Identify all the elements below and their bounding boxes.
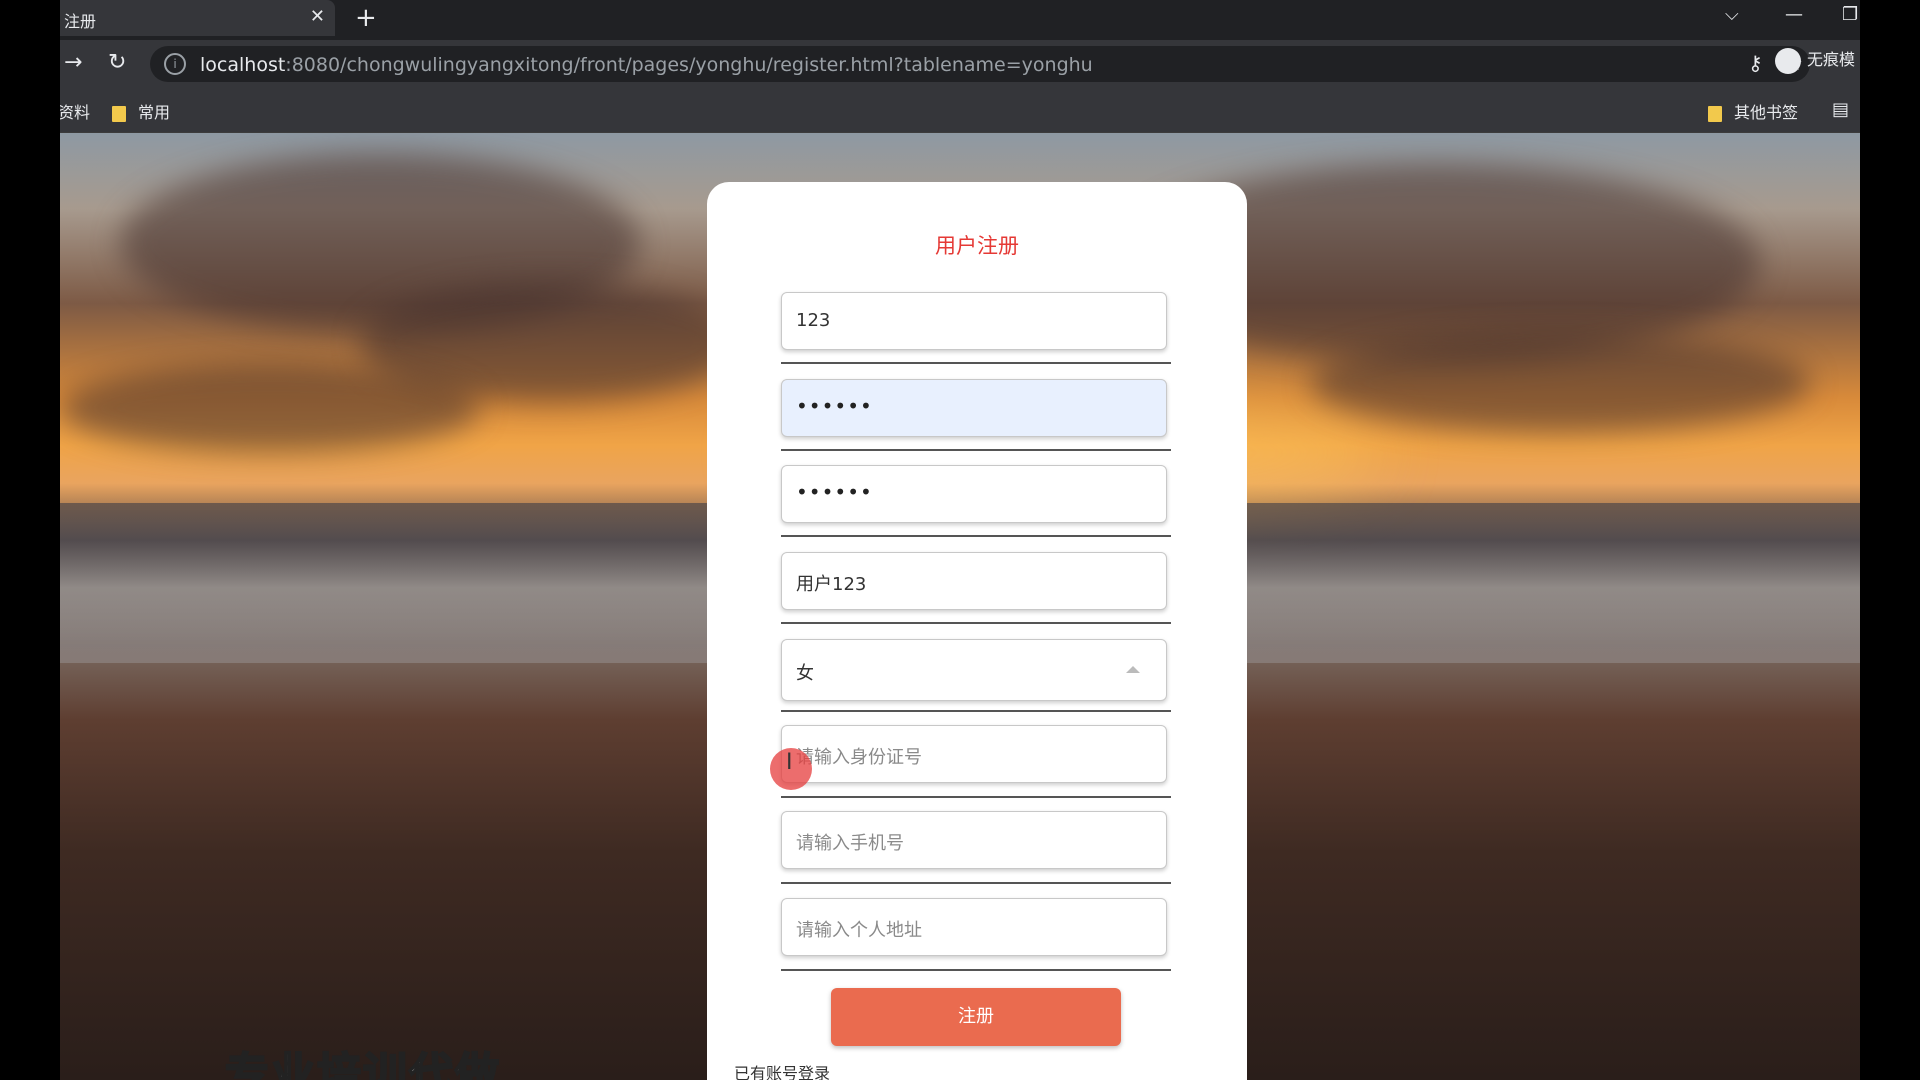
confirm-password-value: ••••••: [796, 480, 873, 504]
password-value: ••••••: [796, 394, 873, 418]
bookmark-folder-others[interactable]: 其他书签: [1708, 99, 1798, 123]
incognito-icon: [1775, 47, 1801, 74]
gender-select[interactable]: 女: [781, 639, 1167, 701]
tab-strip: 注册 ✕ + ⌵ — ❐: [60, 0, 1860, 40]
divider: [781, 449, 1171, 451]
register-card: 用户注册 123 •••••• •••••• 用户123 女 请输入身份证号 请…: [707, 182, 1247, 1080]
bookmarks-bar: 资料 常用 其他书签 ▤: [60, 88, 1860, 133]
login-link[interactable]: 已有账号登录: [734, 1060, 830, 1080]
divider: [781, 710, 1171, 712]
close-tab-icon[interactable]: ✕: [310, 6, 325, 27]
text-cursor-icon: I: [786, 750, 793, 775]
divider: [781, 969, 1171, 971]
restore-icon[interactable]: ❐: [1842, 4, 1858, 25]
register-button[interactable]: 注册: [831, 988, 1121, 1046]
divider: [781, 882, 1171, 884]
chevron-down-icon[interactable]: ⌵: [1725, 4, 1739, 25]
new-tab-button[interactable]: +: [355, 3, 377, 33]
forward-arrow-icon[interactable]: →: [64, 50, 82, 75]
minimize-icon[interactable]: —: [1785, 4, 1803, 25]
reload-icon[interactable]: ↻: [108, 50, 126, 75]
chevron-up-icon[interactable]: [1126, 666, 1140, 673]
divider: [781, 796, 1171, 798]
phone-placeholder: 请输入手机号: [796, 833, 904, 854]
tab-title: 注册: [64, 12, 97, 31]
divider: [781, 535, 1171, 537]
video-subtitle: 专业培训代做: [224, 1048, 501, 1080]
browser-window: 注册 ✕ + ⌵ — ❐ → ↻ i localhost:8080/chongw…: [60, 0, 1860, 1080]
info-icon[interactable]: i: [164, 53, 186, 75]
divider: [781, 622, 1171, 624]
page-title: 用户注册: [935, 234, 1019, 258]
username-value: 123: [796, 310, 831, 331]
name-value: 用户123: [796, 574, 867, 595]
incognito-profile[interactable]: 无痕模: [1775, 46, 1855, 74]
bookmark-folder-common[interactable]: 常用: [112, 99, 170, 123]
confirm-password-field[interactable]: ••••••: [781, 465, 1167, 523]
divider: [781, 362, 1171, 364]
key-icon[interactable]: ⚷: [1748, 51, 1763, 75]
bookmark-label: 常用: [138, 103, 171, 122]
folder-icon: [1708, 105, 1722, 122]
gender-value: 女: [796, 663, 814, 684]
id-number-placeholder: 请输入身份证号: [796, 747, 922, 768]
reading-list-icon[interactable]: ▤: [1832, 99, 1849, 120]
folder-icon: [112, 105, 126, 122]
profile-label: 无痕模: [1807, 50, 1856, 69]
url-path: :8080/chongwulingyangxitong/front/pages/…: [285, 54, 1093, 76]
address-placeholder: 请输入个人地址: [796, 920, 922, 941]
address-toolbar: → ↻ i localhost:8080/chongwulingyangxito…: [60, 40, 1860, 88]
cloud: [60, 363, 480, 453]
cloud: [1310, 333, 1810, 433]
name-field[interactable]: 用户123: [781, 552, 1167, 610]
id-number-input[interactable]: 请输入身份证号: [781, 725, 1167, 783]
phone-input[interactable]: 请输入手机号: [781, 811, 1167, 869]
url-host: localhost: [200, 54, 286, 76]
bookmark-partial[interactable]: 资料: [60, 99, 90, 123]
address-input[interactable]: 请输入个人地址: [781, 898, 1167, 956]
tab-register[interactable]: 注册 ✕: [60, 0, 335, 36]
password-field[interactable]: ••••••: [781, 379, 1167, 437]
address-bar[interactable]: i localhost:8080/chongwulingyangxitong/f…: [150, 46, 1810, 82]
username-field[interactable]: 123: [781, 292, 1167, 350]
bookmark-label: 其他书签: [1734, 103, 1799, 122]
page-background: 专业培训代做 用户注册 123 •••••• •••••• 用户123 女 请输…: [60, 133, 1860, 1080]
url-text[interactable]: localhost:8080/chongwulingyangxitong/fro…: [200, 54, 1093, 76]
